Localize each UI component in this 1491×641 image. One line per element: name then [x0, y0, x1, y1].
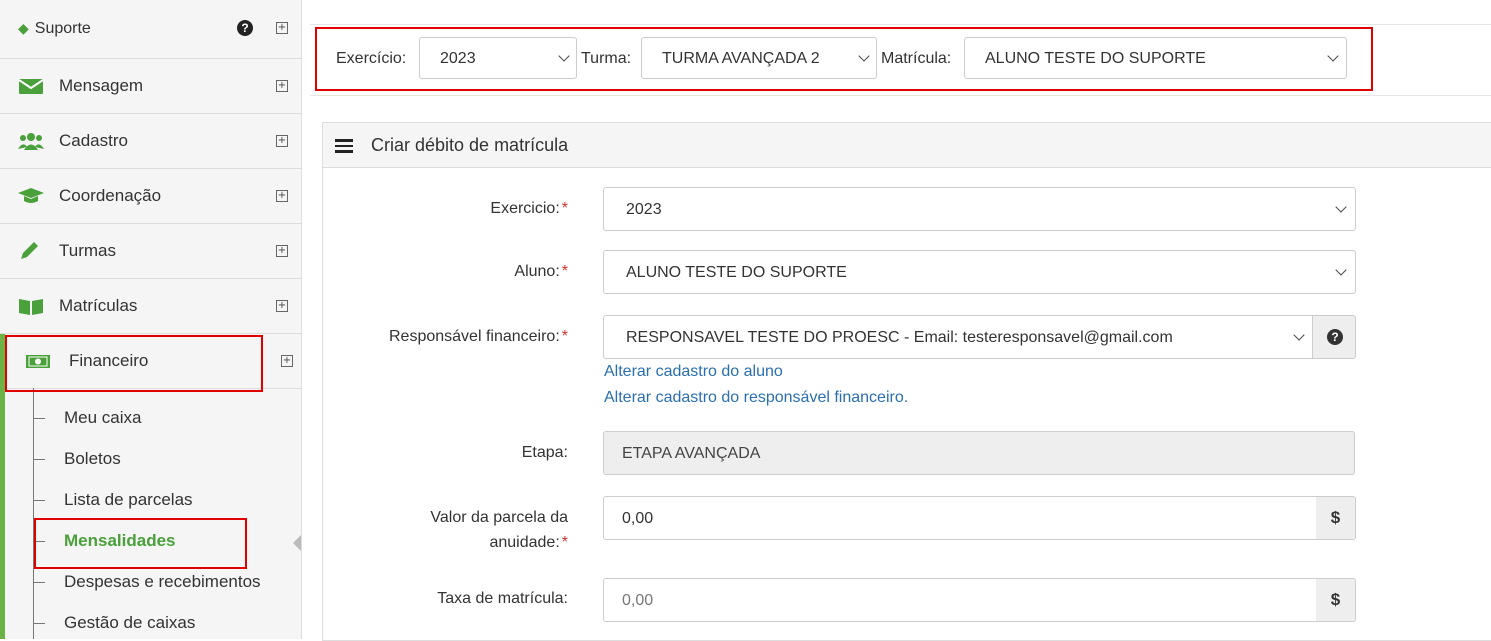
- aluno-select[interactable]: ALUNO TESTE DO SUPORTE: [603, 250, 1356, 294]
- exercicio-select[interactable]: 2023: [603, 187, 1356, 231]
- valor-parcela-input[interactable]: 0,00: [603, 496, 1317, 540]
- alterar-cadastro-aluno-link[interactable]: Alterar cadastro do aluno: [604, 363, 783, 381]
- sidebar-item-coordenacao[interactable]: Coordenação +: [0, 169, 301, 224]
- expand-icon[interactable]: +: [276, 190, 288, 202]
- valor-parcela-label-2: anuidade: *: [489, 534, 568, 551]
- help-icon[interactable]: ?: [237, 20, 253, 36]
- alterar-cadastro-responsavel-link[interactable]: Alterar cadastro do responsável financei…: [604, 389, 908, 407]
- chevron-down-icon: [1335, 264, 1347, 276]
- tag-icon: ◆: [18, 20, 29, 36]
- responsavel-select[interactable]: RESPONSAVEL TESTE DO PROESC - Email: tes…: [603, 315, 1313, 359]
- users-icon: [18, 131, 44, 151]
- sidebar-collapse-handle[interactable]: [293, 535, 301, 551]
- graduation-cap-icon: [18, 186, 44, 206]
- pencil-icon: [18, 241, 44, 261]
- taxa-matricula-label: Taxa de matrícula:: [437, 590, 568, 607]
- expand-icon[interactable]: +: [276, 80, 288, 92]
- currency-addon: $: [1316, 496, 1356, 540]
- aluno-label: Aluno: *: [514, 263, 568, 280]
- sidebar-item-matriculas[interactable]: Matrículas +: [0, 279, 301, 334]
- list-icon: [335, 139, 353, 153]
- sidebar-item-turmas[interactable]: Turmas +: [0, 224, 301, 279]
- financeiro-submenu: Meu caixa Boletos Lista de parcelas Mens…: [0, 388, 301, 639]
- taxa-matricula-input[interactable]: 0,00: [603, 578, 1317, 622]
- sidebar-item-suporte[interactable]: ◆ Suporte: [18, 20, 91, 38]
- envelope-icon: [18, 76, 44, 96]
- etapa-field: ETAPA AVANÇADA: [603, 431, 1355, 475]
- help-icon: ?: [1327, 329, 1343, 345]
- expand-icon[interactable]: +: [276, 300, 288, 312]
- sidebar-item-cadastro[interactable]: Cadastro +: [0, 114, 301, 169]
- expand-icon[interactable]: +: [276, 135, 288, 147]
- etapa-label: Etapa:: [521, 444, 568, 461]
- valor-parcela-label: Valor da parcela da: [430, 509, 568, 526]
- book-icon: [18, 296, 44, 316]
- highlight-filter-bar: [315, 27, 1373, 91]
- sidebar-item-mensagem[interactable]: Mensagem +: [0, 59, 301, 114]
- chevron-down-icon: [1335, 201, 1347, 213]
- expand-icon[interactable]: +: [276, 22, 288, 34]
- sidebar-header: ◆ Suporte ? +: [0, 0, 301, 59]
- responsavel-label: Responsável financeiro: *: [389, 328, 568, 345]
- responsavel-help-button[interactable]: ?: [1312, 315, 1356, 359]
- exercicio-label: Exercicio: *: [490, 200, 568, 217]
- panel-header: Criar débito de matrícula: [323, 123, 1491, 168]
- highlight-financeiro: [5, 335, 263, 392]
- chevron-down-icon: [1293, 329, 1305, 341]
- panel-title: Criar débito de matrícula: [371, 135, 569, 155]
- highlight-mensalidades: [34, 518, 247, 569]
- expand-icon[interactable]: +: [276, 245, 288, 257]
- currency-addon: $: [1316, 578, 1356, 622]
- expand-icon[interactable]: +: [281, 355, 293, 367]
